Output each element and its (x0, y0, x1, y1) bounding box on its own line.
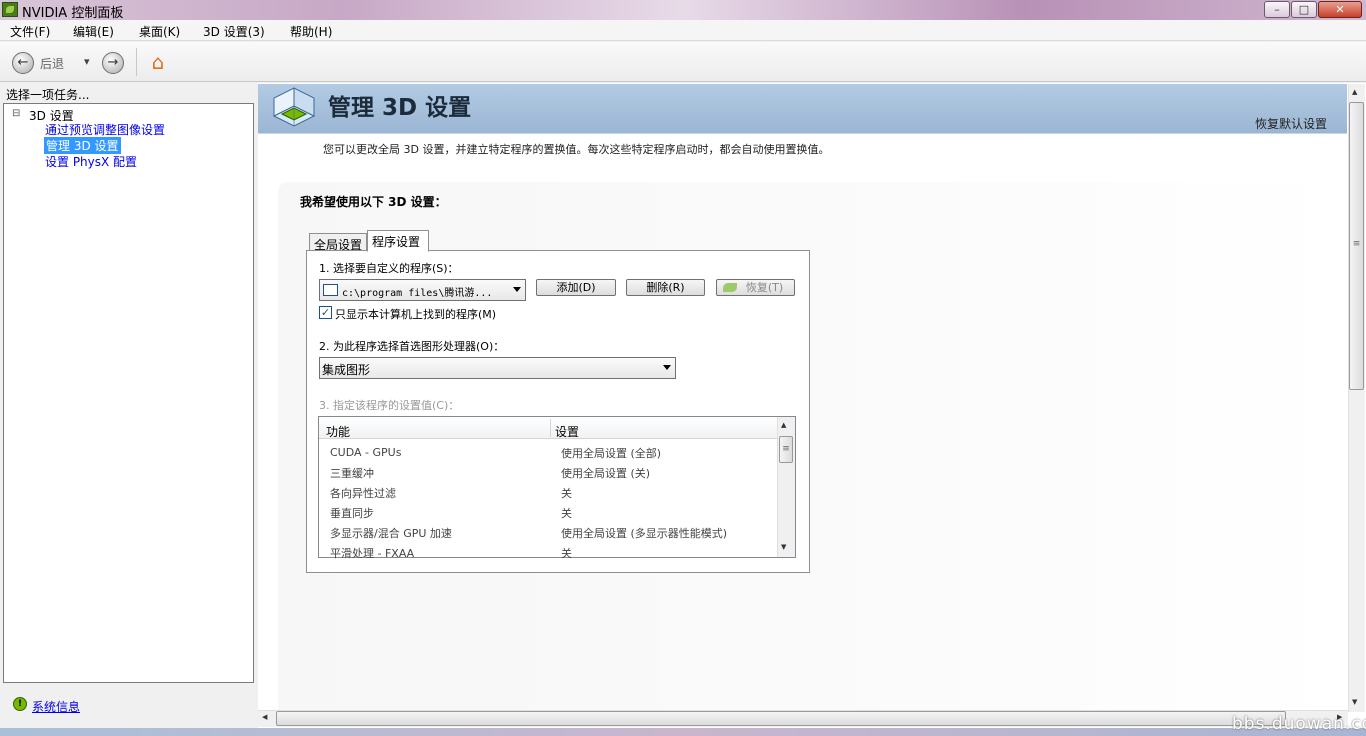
step2-label: 2. 为此程序选择首选图形处理器(O)： (319, 340, 505, 353)
home-icon[interactable]: ⌂ (146, 50, 170, 74)
grid-row-setting[interactable]: 关 (561, 545, 572, 561)
grid-row-feature[interactable]: 三重缓冲 (330, 465, 374, 481)
tree-collapse-icon[interactable]: ⊟ (12, 108, 20, 119)
page-scroll-up-icon[interactable]: ▲ (1352, 88, 1357, 96)
grip-icon: ≡ (782, 444, 790, 454)
title-bar: NVIDIA 控制面板 (0, 0, 1366, 21)
grid-scroll-thumb[interactable]: ≡ (779, 436, 793, 463)
grip-icon: ≡ (1352, 239, 1361, 249)
menu-file[interactable]: 文件(F) (10, 23, 50, 40)
step3-label: 3. 指定该程序的设置值(C)： (319, 399, 460, 412)
grid-row-setting[interactable]: 关 (561, 485, 572, 501)
window-title: NVIDIA 控制面板 (22, 6, 124, 21)
page-description: 您可以更改全局 3D 设置，并建立特定程序的置换值。每次这些特定程序启动时，都会… (323, 143, 830, 156)
chevron-down-icon (663, 365, 671, 370)
menu-help[interactable]: 帮助(H) (290, 23, 332, 40)
step1-label: 1. 选择要自定义的程序(S)： (319, 262, 459, 275)
forward-arrow-icon[interactable]: → (102, 52, 124, 74)
delete-program-button[interactable]: 删除(R) (626, 279, 705, 296)
page-scroll-down-icon[interactable]: ▼ (1352, 698, 1357, 706)
minimize-button[interactable]: – (1264, 1, 1290, 18)
grid-row-setting[interactable]: 使用全局设置 (多显示器性能模式) (561, 525, 727, 541)
program-select[interactable]: c:\program files\腾讯游... (319, 279, 526, 301)
toolbar (0, 42, 1366, 82)
page-title: 管理 3D 设置 (328, 95, 472, 121)
only-found-checkbox-label: 只显示本计算机上找到的程序(M) (335, 308, 497, 321)
history-dropdown-icon[interactable]: ▾ (84, 55, 90, 68)
maximize-button[interactable]: □ (1291, 1, 1317, 18)
tab-program-settings[interactable]: 程序设置 (367, 230, 429, 252)
grid-row-setting[interactable]: 使用全局设置 (全部) (561, 445, 661, 461)
menu-3d-settings[interactable]: 3D 设置(3) (203, 23, 265, 40)
watermark: bbs.duowan.com (1232, 714, 1366, 734)
grid-scroll-down-icon[interactable]: ▼ (781, 543, 786, 551)
taskbar (0, 728, 1366, 736)
task-tree[interactable] (3, 103, 254, 683)
grid-row-feature[interactable]: 平滑处理 - FXAA (330, 545, 414, 561)
system-info-icon: ! (13, 697, 27, 711)
menu-desktop[interactable]: 桌面(K) (139, 23, 180, 40)
back-button-label[interactable]: 后退 (40, 55, 64, 72)
grid-row-setting[interactable]: 使用全局设置 (关) (561, 465, 650, 481)
gpu-select-value: 集成图形 (322, 363, 371, 377)
back-arrow-icon[interactable]: ← (12, 52, 34, 74)
page-horizontal-thumb[interactable] (276, 711, 1286, 726)
system-info-link[interactable]: 系统信息 (32, 698, 80, 715)
grid-scroll-up-icon[interactable]: ▲ (781, 421, 786, 429)
add-program-button[interactable]: 添加(D) (536, 279, 616, 296)
grid-row-feature[interactable]: 垂直同步 (330, 505, 374, 521)
tab-global-settings[interactable]: 全局设置 (309, 233, 367, 252)
program-select-value: c:\program files\腾讯游... (342, 288, 493, 299)
close-button[interactable]: ✕ (1318, 1, 1362, 18)
program-window-icon (323, 284, 338, 296)
chevron-down-icon (513, 287, 521, 292)
section-heading: 我希望使用以下 3D 设置： (300, 195, 447, 209)
page-scroll-left-icon[interactable]: ◀ (262, 713, 267, 721)
task-prompt: 选择一项任务... (6, 88, 90, 102)
tree-item-physx[interactable]: 设置 PhysX 配置 (45, 153, 137, 170)
page-vertical-thumb[interactable]: ≡ (1349, 102, 1364, 390)
menu-edit[interactable]: 编辑(E) (73, 23, 114, 40)
grid-header-divider (550, 419, 551, 437)
restore-defaults-link[interactable]: 恢复默认设置 (1255, 115, 1327, 132)
gpu-select[interactable]: 集成图形 (319, 357, 676, 379)
restore-program-button[interactable]: 恢复(T) (716, 279, 795, 296)
nvidia-logo-icon (2, 2, 18, 17)
grid-row-feature[interactable]: 各向异性过滤 (330, 485, 396, 501)
grid-row-feature[interactable]: 多显示器/混合 GPU 加速 (330, 525, 452, 541)
3d-cube-icon (272, 87, 316, 127)
menu-bar: 文件(F) 编辑(E) 桌面(K) 3D 设置(3) 帮助(H) (0, 20, 1366, 41)
grid-row-setting[interactable]: 关 (561, 505, 572, 521)
tree-item-manage-3d[interactable]: 管理 3D 设置 (44, 137, 121, 154)
only-found-checkbox[interactable]: ✓ (319, 306, 332, 319)
grid-header-setting[interactable]: 设置 (555, 423, 579, 440)
nvidia-eye-icon (723, 283, 737, 292)
grid-header (319, 417, 777, 439)
tree-item-preview-image[interactable]: 通过预览调整图像设置 (45, 121, 165, 138)
grid-row-feature[interactable]: CUDA - GPUs (330, 446, 401, 459)
toolbar-separator (136, 48, 137, 76)
restore-program-label: 恢复(T) (745, 281, 784, 294)
grid-header-feature[interactable]: 功能 (326, 423, 350, 440)
